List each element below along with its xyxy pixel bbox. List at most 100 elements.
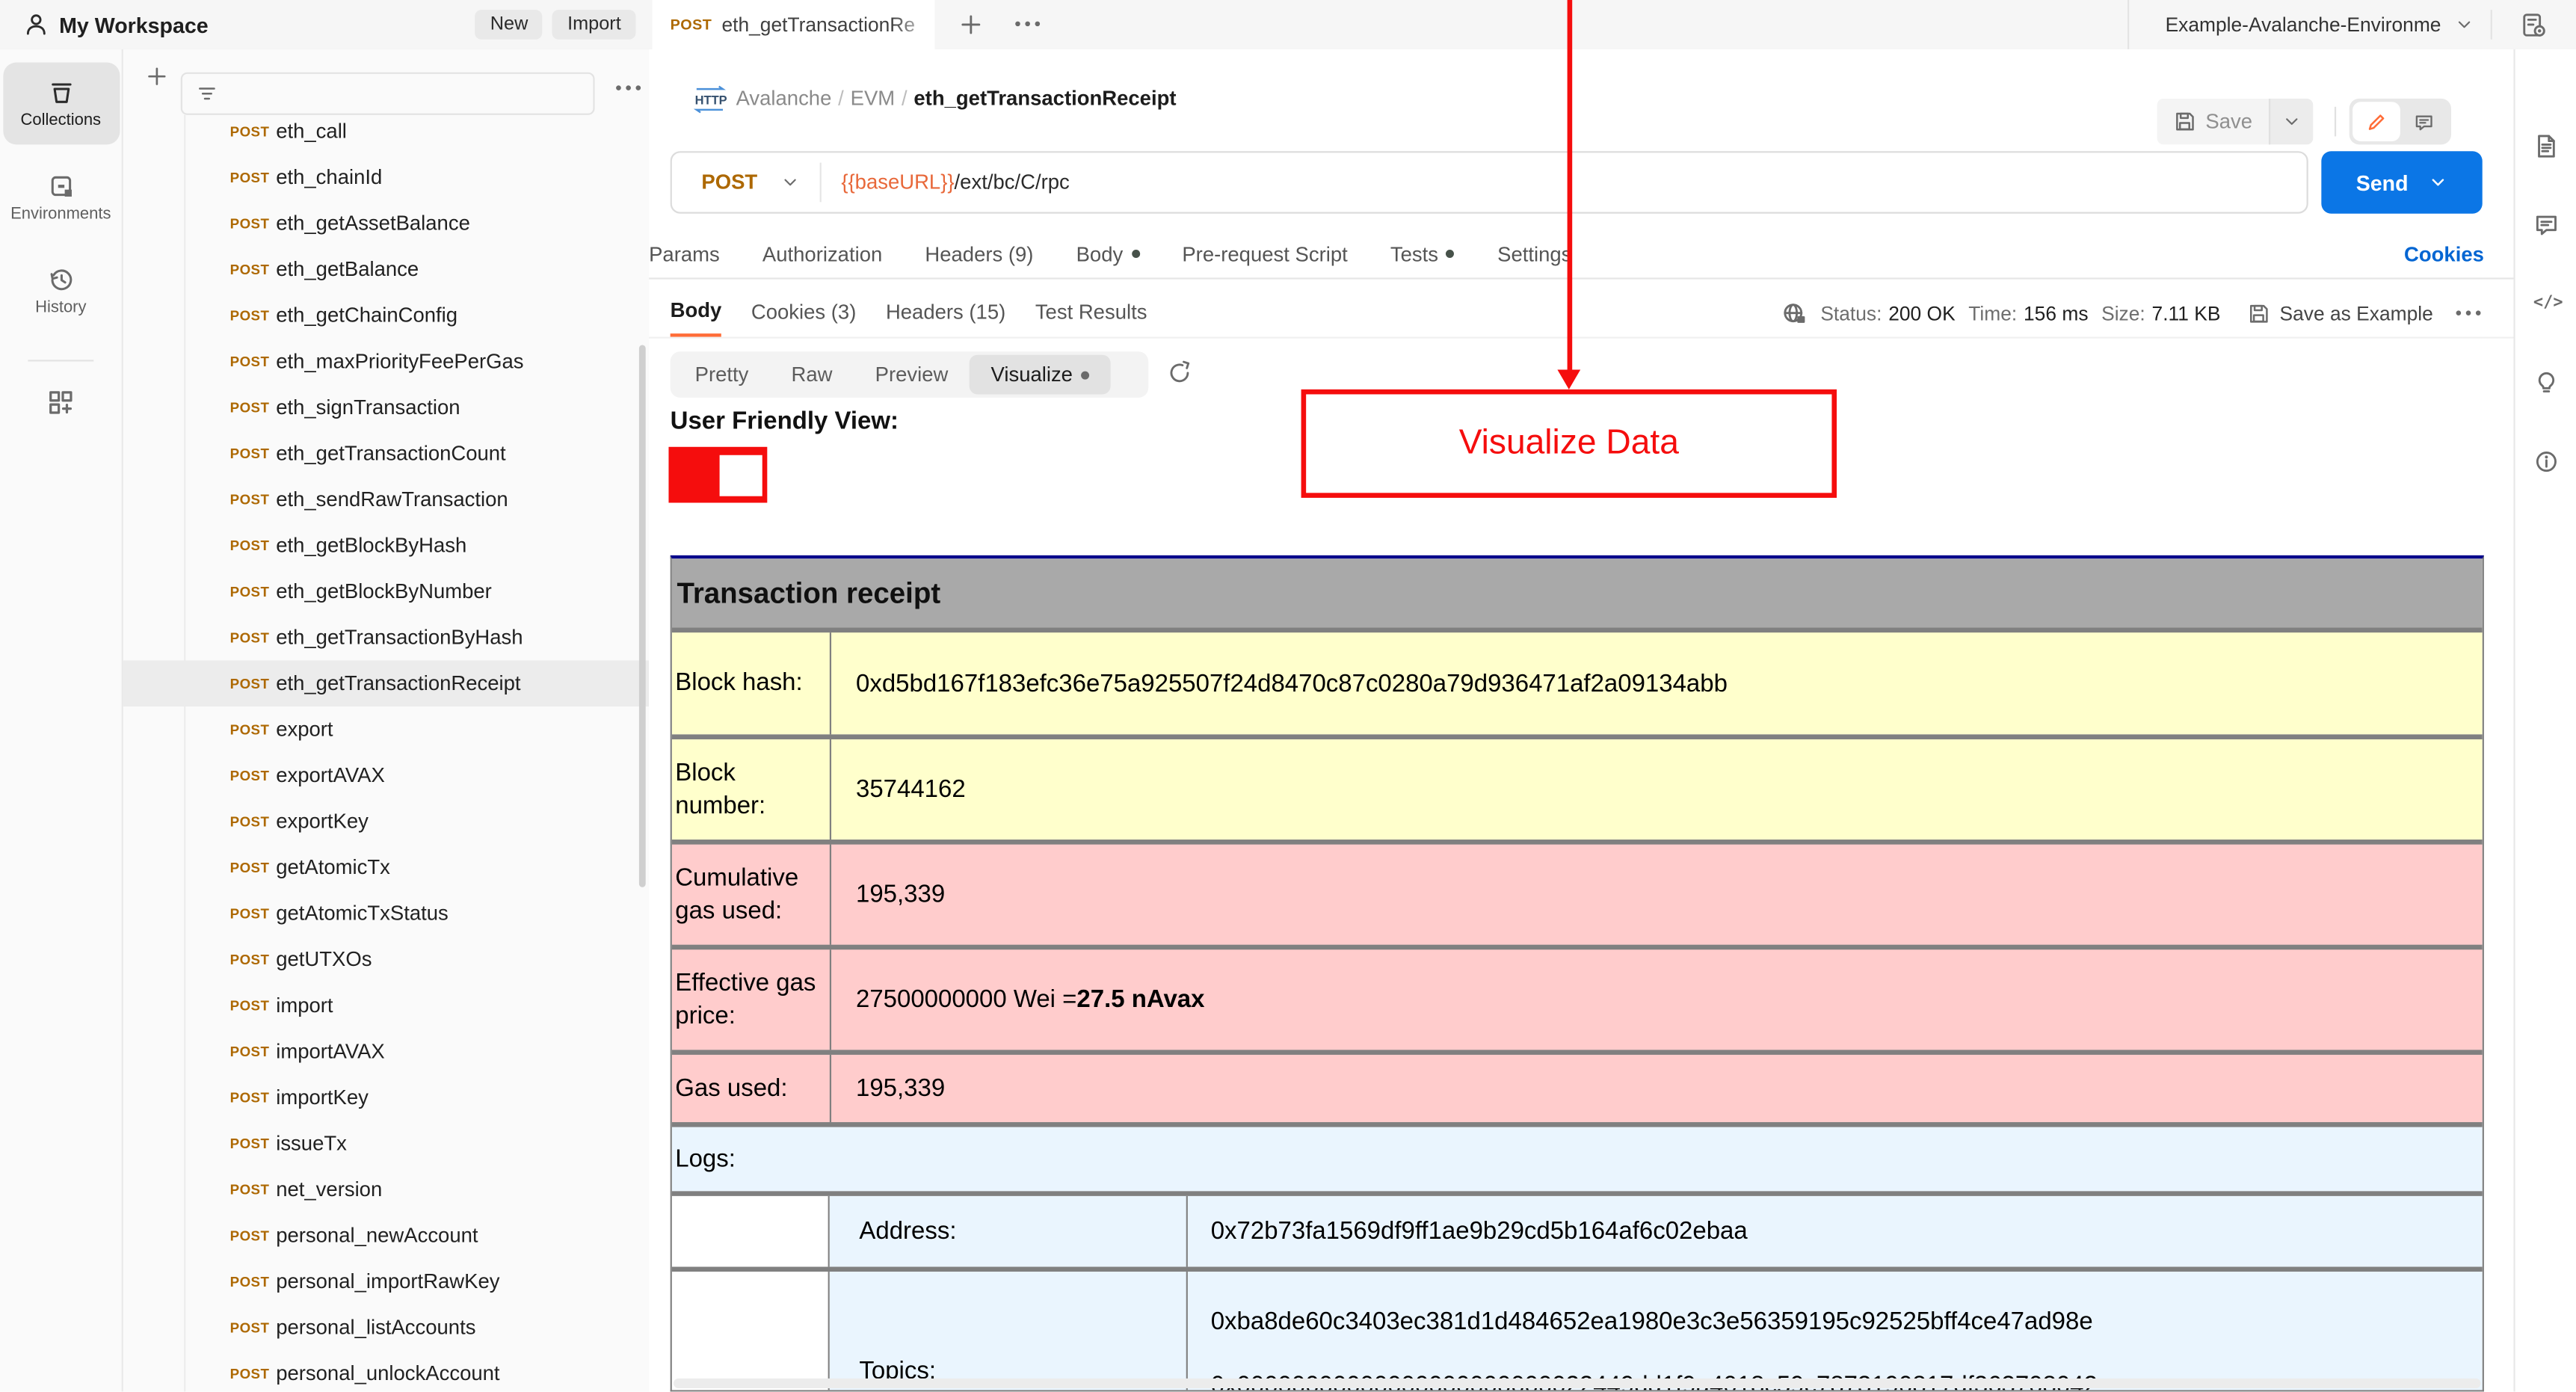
method-badge: POST (229, 721, 270, 738)
sidebar-options-icon[interactable] (616, 85, 641, 90)
request-tab-open[interactable]: POST eth_getTransactionRece (652, 0, 935, 49)
sidebar-request[interactable]: POST net_version (123, 1166, 649, 1213)
horizontal-scrollbar[interactable] (674, 1378, 2481, 1389)
lightbulb-icon[interactable] (2533, 369, 2560, 395)
save-dropdown-chevron[interactable] (2269, 98, 2314, 145)
sidebar-request[interactable]: POST eth_getBlockByNumber (123, 568, 649, 615)
sidebar-request[interactable]: POST importAVAX (123, 1029, 649, 1075)
sidebar-request[interactable]: POST eth_getAssetBalance (123, 200, 649, 247)
method-badge: POST (229, 445, 270, 462)
request-tab[interactable]: Body (1076, 242, 1140, 265)
save-as-example-button[interactable]: Save as Example (2247, 301, 2433, 324)
comment-icon[interactable] (2533, 212, 2560, 238)
breadcrumb-part[interactable]: Avalanche / (736, 87, 844, 110)
sidebar-request[interactable]: POST getUTXOs (123, 937, 649, 983)
top-bar: My Workspace New Import POST eth_getTran… (0, 0, 2576, 52)
sidebar-request[interactable]: POST personal_unlockAccount (123, 1351, 649, 1392)
documentation-icon[interactable] (2533, 133, 2560, 159)
response-tab[interactable]: Cookies (3) (751, 291, 856, 335)
divider (819, 162, 822, 203)
sidebar-request[interactable]: POST eth_chainId (123, 155, 649, 201)
sidebar-request[interactable]: POST personal_importRawKey (123, 1258, 649, 1305)
request-tab[interactable]: Authorization (762, 242, 882, 265)
sidebar-request[interactable]: POST import (123, 982, 649, 1029)
sidebar-request[interactable]: POST getAtomicTxStatus (123, 890, 649, 937)
sidebar-request[interactable]: POST exportKey (123, 798, 649, 845)
url-input[interactable]: {{baseURL}}/ext/bc/C/rpc (841, 171, 1069, 194)
comment-mode-button[interactable] (2400, 102, 2448, 141)
sidebar-request[interactable]: POST importKey (123, 1074, 649, 1121)
sidebar-request[interactable]: POST export (123, 706, 649, 753)
environment-section: Example-Avalanche-Environme (2127, 0, 2576, 49)
sidebar-item-collections[interactable]: Collections (2, 62, 120, 145)
sidebar-request[interactable]: POST exportAVAX (123, 753, 649, 799)
sidebar-request[interactable]: POST eth_getTransactionReceipt (123, 660, 650, 707)
response-tab[interactable]: Body (670, 289, 722, 337)
refresh-icon[interactable] (1166, 360, 1192, 386)
checkbox-inner (719, 455, 762, 496)
import-button[interactable]: Import (552, 10, 636, 40)
info-icon[interactable] (2533, 449, 2560, 475)
sidebar-request[interactable]: POST eth_call (123, 108, 649, 155)
view-tab[interactable]: Raw (770, 355, 854, 395)
network-globe-icon[interactable] (1781, 300, 1808, 326)
row-value: 195,339 (856, 1074, 946, 1103)
add-collection-icon[interactable] (144, 64, 169, 89)
response-options-icon[interactable] (2456, 310, 2481, 315)
new-tab-button[interactable] (958, 11, 984, 37)
environment-quick-look-icon[interactable] (2520, 11, 2548, 39)
tab-options-icon[interactable] (1015, 21, 1041, 27)
breadcrumb: Avalanche / EVM / eth_getTransactionReceip… (736, 87, 1177, 110)
user-avatar-icon[interactable] (23, 11, 49, 37)
edit-mode-button[interactable] (2352, 102, 2400, 142)
row-value: 195,339 (856, 880, 946, 909)
sidebar-request[interactable]: POST eth_sendRawTransaction (123, 476, 649, 523)
view-tab[interactable]: Pretty (674, 355, 770, 395)
send-chevron-icon (2432, 179, 2444, 186)
environment-selector[interactable]: Example-Avalanche-Environme (2166, 13, 2441, 37)
request-tab[interactable]: Settings (1497, 242, 1571, 265)
request-tab[interactable]: Params (649, 242, 720, 265)
user-friendly-checkbox[interactable] (668, 446, 768, 503)
response-tab[interactable]: Test Results (1035, 291, 1147, 335)
sidebar-request[interactable]: POST eth_getTransactionCount (123, 431, 649, 477)
method-badge: POST (229, 399, 270, 416)
url-bar[interactable]: POST {{baseURL}}/ext/bc/C/rpc (670, 151, 2308, 214)
sidebar-request[interactable]: POST eth_getTransactionByHash (123, 615, 649, 661)
send-button[interactable]: Send (2321, 151, 2483, 214)
chevron-down-icon[interactable] (2454, 15, 2474, 34)
method-badge: POST (229, 307, 270, 324)
request-tab[interactable]: Tests (1390, 242, 1455, 265)
user-friendly-view-label: User Friendly View: (670, 407, 899, 436)
sidebar-request[interactable]: POST eth_maxPriorityFeePerGas (123, 339, 649, 385)
sidebar-request[interactable]: POST issueTx (123, 1121, 649, 1167)
sidebar-request[interactable]: POST getAtomicTx (123, 845, 649, 891)
request-tab[interactable]: Pre-request Script (1182, 242, 1347, 265)
request-tab[interactable]: Headers (9) (925, 242, 1033, 265)
new-button[interactable]: New (475, 10, 543, 40)
tab-title-fade (892, 0, 935, 49)
method-chevron-icon[interactable] (780, 173, 800, 192)
response-tab[interactable]: Headers (15) (886, 291, 1005, 335)
sidebar-request[interactable]: POST eth_getBalance (123, 247, 649, 293)
sidebar-item-history[interactable]: History (2, 250, 119, 332)
request-name: eth_signTransaction (276, 395, 460, 419)
sidebar-item-environments[interactable]: Environments (2, 156, 119, 238)
view-tab[interactable]: Preview (854, 355, 970, 395)
sidebar-request[interactable]: POST personal_listAccounts (123, 1305, 649, 1351)
breadcrumb-part[interactable]: EVM / (851, 87, 908, 110)
sidebar-request[interactable]: POST eth_signTransaction (123, 384, 649, 431)
workspace-title[interactable]: My Workspace (59, 12, 209, 37)
view-tab[interactable]: Visualize (969, 354, 1111, 395)
sidebar-request[interactable]: POST eth_getBlockByHash (123, 523, 649, 569)
code-snippet-icon[interactable]: </> (2533, 294, 2563, 312)
sidebar-request[interactable]: POST personal_newAccount (123, 1213, 649, 1259)
workspace-modules-icon[interactable] (46, 388, 76, 418)
cookies-link[interactable]: Cookies (2404, 243, 2484, 266)
tab-title: eth_getTransactionRece (721, 13, 916, 37)
annotation-arrow-head (1557, 369, 1581, 389)
sidebar-scrollbar[interactable] (638, 345, 646, 887)
save-button[interactable]: Save (2156, 98, 2314, 145)
method-select[interactable]: POST (701, 171, 757, 194)
sidebar-request[interactable]: POST eth_getChainConfig (123, 292, 649, 339)
